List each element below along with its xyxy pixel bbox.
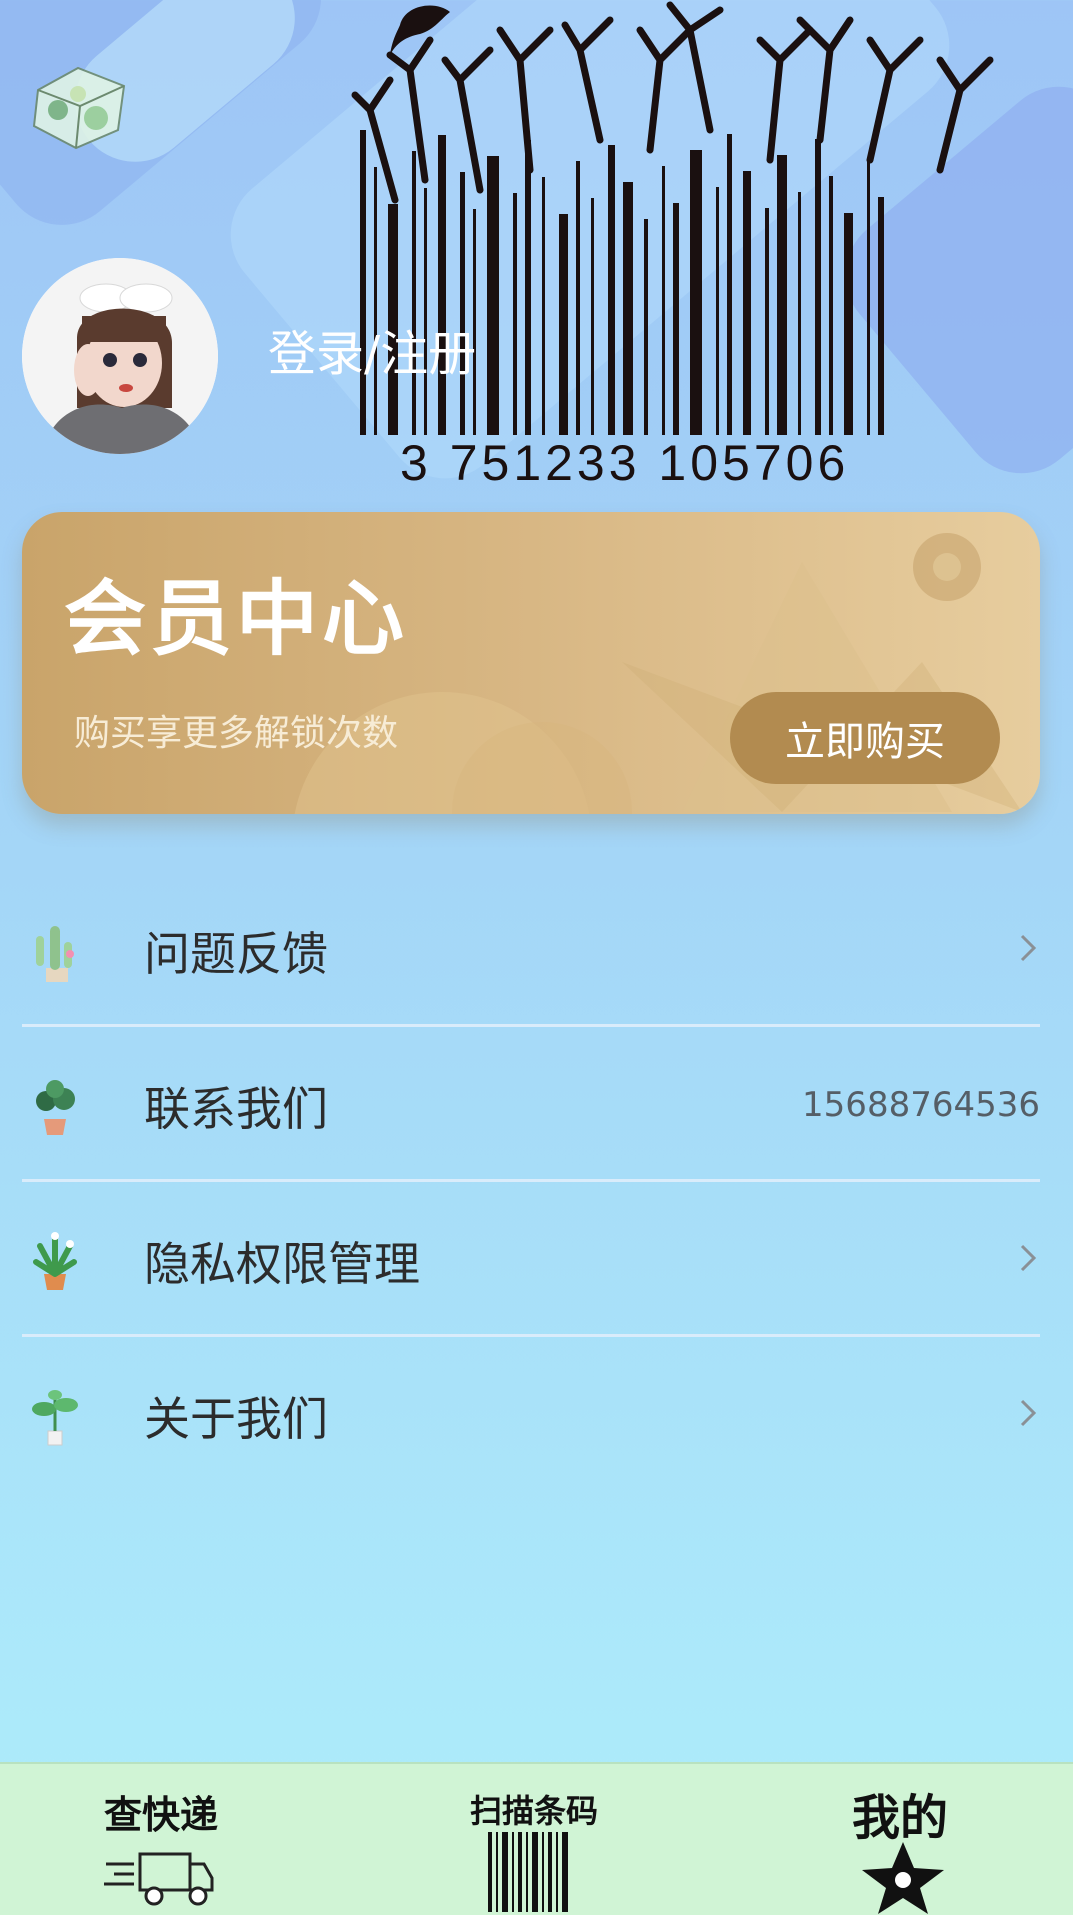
barcode-bar: [798, 192, 801, 435]
barcode-bar: [608, 145, 615, 435]
delivery-truck-icon: [104, 1852, 214, 1906]
barcode-bar: [829, 176, 833, 435]
barcode-bar: [815, 139, 821, 435]
member-center-subtitle: 购买享更多解锁次数: [74, 713, 399, 754]
tab-track-express[interactable]: 查快递: [90, 1764, 240, 1915]
barcode-bar: [727, 134, 732, 435]
barcode-bar: [716, 187, 719, 435]
login-register-link[interactable]: 登录/注册: [268, 314, 476, 384]
bottom-tab-bar: 查快递 扫描条码 我的: [0, 1762, 1073, 1915]
tab-scan-barcode[interactable]: 扫描条码: [450, 1764, 610, 1915]
star-icon: [862, 1842, 944, 1914]
barcode-bar: [487, 156, 499, 435]
potted-plant-icon: [36, 1080, 75, 1135]
sprout-plant-icon: [32, 1390, 78, 1446]
barcode-bar: [673, 203, 679, 435]
menu-item-contact[interactable]: 联系我们 15688764536: [22, 1027, 1040, 1182]
barcode-bar: [360, 130, 366, 435]
barcode-bar: [844, 213, 853, 435]
barcode-bar: [623, 182, 633, 435]
buy-now-button[interactable]: 立即购买: [730, 692, 1000, 784]
member-center-title: 会员中心: [64, 572, 409, 667]
barcode-bar: [424, 188, 427, 435]
barcode-bar: [591, 198, 594, 435]
avatar[interactable]: [22, 258, 218, 454]
barcode-bar: [777, 155, 787, 435]
member-center-card[interactable]: 会员中心 购买享更多解锁次数 立即购买: [22, 512, 1040, 814]
barcode-bar: [867, 160, 870, 435]
chevron-right-icon: [1020, 1244, 1037, 1272]
barcode-bar: [542, 177, 545, 435]
menu-item-privacy[interactable]: 隐私权限管理: [22, 1182, 1040, 1337]
barcode-bar: [644, 219, 648, 435]
barcode-bar: [412, 151, 416, 435]
barcode-bar: [765, 208, 769, 435]
settings-menu: 问题反馈 联系我们 15688764536 隐私权限管理 关于我们: [22, 872, 1040, 1489]
menu-item-label: 关于我们: [144, 1392, 328, 1446]
barcode-bar: [743, 171, 751, 435]
terrarium-icon: [32, 66, 126, 150]
menu-item-label: 问题反馈: [144, 927, 328, 981]
barcode-bar: [878, 197, 884, 435]
menu-item-feedback[interactable]: 问题反馈: [22, 872, 1040, 1027]
barcode-tree-illustration: 3 751233 105706: [351, 1, 994, 490]
barcode-bar: [690, 150, 702, 435]
flower-pot-icon: [33, 1232, 77, 1290]
barcode-bar: [513, 193, 517, 435]
tab-label: 查快递: [104, 1792, 219, 1837]
menu-item-about[interactable]: 关于我们: [22, 1337, 1040, 1489]
barcode-bar: [525, 140, 531, 435]
tab-label: 我的: [852, 1790, 949, 1846]
chevron-right-icon: [1020, 1399, 1037, 1427]
barcode-icon: [488, 1832, 568, 1912]
menu-item-label: 联系我们: [144, 1082, 328, 1136]
barcode-bar: [576, 161, 580, 435]
barcode-bar: [438, 135, 446, 435]
barcode-number: 3 751233 105706: [400, 435, 849, 490]
menu-item-label: 隐私权限管理: [144, 1237, 420, 1291]
barcode-bar: [559, 214, 568, 435]
tab-mine[interactable]: 我的: [840, 1764, 970, 1915]
contact-phone-number[interactable]: 15688764536: [802, 1085, 1040, 1125]
barcode-bar: [374, 167, 377, 435]
barcode-bar: [662, 166, 665, 435]
barcode-bar: [460, 172, 465, 435]
tab-label: 扫描条码: [470, 1792, 599, 1830]
cactus-plant-icon: [36, 926, 74, 982]
chevron-right-icon: [1020, 934, 1037, 962]
